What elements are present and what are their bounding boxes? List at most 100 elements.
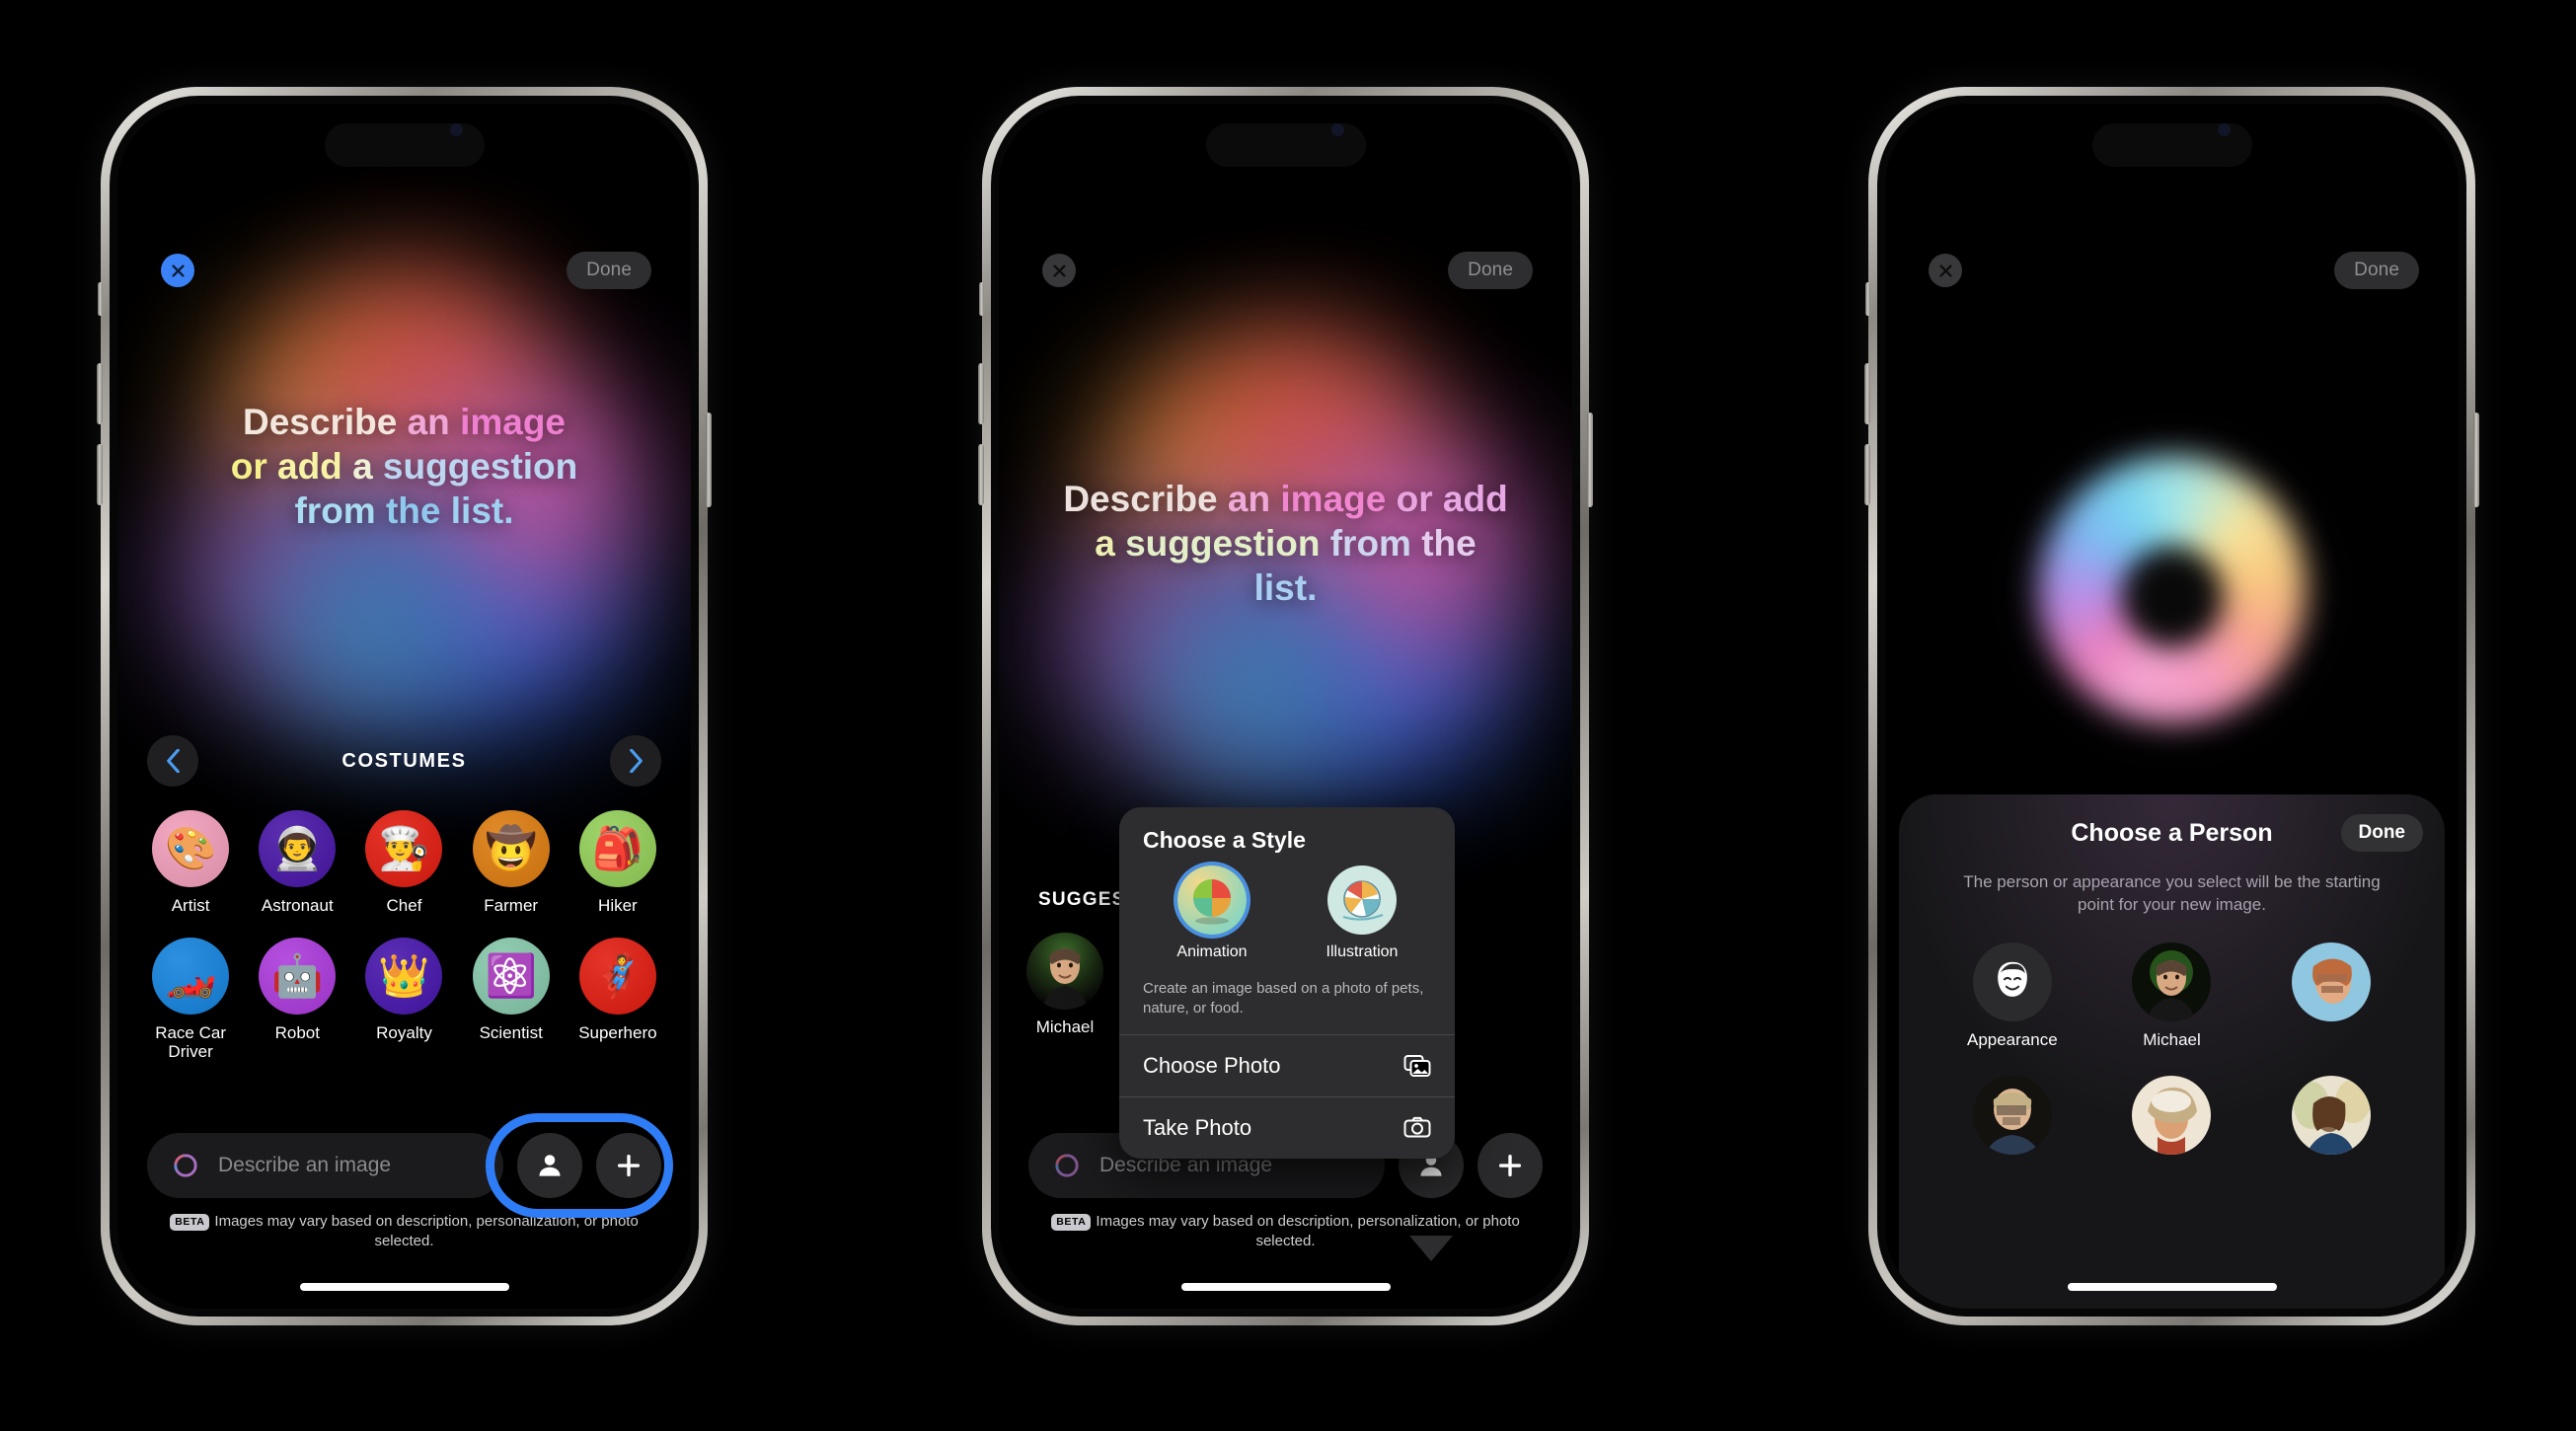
- person-option[interactable]: [2092, 1075, 2252, 1164]
- menu-item-choose-photo[interactable]: Choose Photo: [1119, 1035, 1455, 1096]
- hero-word: suggestion: [382, 446, 578, 488]
- person-label: Appearance: [1966, 1029, 2058, 1049]
- hero-word: or: [1396, 479, 1443, 519]
- close-button[interactable]: [1042, 254, 1076, 287]
- costume-label: Robot: [274, 1022, 320, 1042]
- carousel-next-button[interactable]: [610, 735, 661, 787]
- sheet-subtitle: The person or appearance you select will…: [1963, 872, 2381, 914]
- hero-word: an: [407, 402, 461, 442]
- hero-word: or: [230, 446, 277, 488]
- phone-3: Done Choose a Person Done The person or …: [1864, 87, 2479, 1325]
- suggestion-avatar: [1026, 933, 1103, 1010]
- people-grid: Appearance Michael: [1899, 941, 2445, 1164]
- add-button[interactable]: [596, 1133, 661, 1198]
- front-camera-dot: [1330, 123, 1344, 136]
- hero-word: list.: [450, 490, 514, 532]
- home-indicator[interactable]: [1180, 1283, 1391, 1291]
- done-button[interactable]: Done: [567, 252, 651, 289]
- costume-item[interactable]: 👨‍🍳 Chef: [350, 810, 457, 916]
- costume-item[interactable]: 🎒 Hiker: [565, 810, 671, 916]
- phone-1: Done Describe an image or add a suggestio…: [97, 87, 712, 1325]
- phone-1-screen: Done Describe an image or add a suggestio…: [117, 104, 691, 1309]
- sheet-header: Choose a Person Done: [1899, 794, 2445, 871]
- costume-thumbnail: 🤠: [472, 810, 550, 887]
- hero-word: a: [352, 446, 383, 488]
- choose-person-button[interactable]: [517, 1133, 582, 1198]
- chevron-right-icon: [629, 749, 643, 773]
- hero-word: from: [1329, 523, 1422, 565]
- costume-item[interactable]: 🤖 Robot: [244, 937, 350, 1062]
- close-button[interactable]: [1929, 254, 1962, 287]
- person-option[interactable]: [2251, 1075, 2411, 1164]
- costume-thumbnail: 👑: [365, 937, 443, 1015]
- beta-badge: BETA: [1051, 1214, 1092, 1232]
- hero-word: Describe: [1063, 479, 1228, 519]
- close-button[interactable]: [161, 254, 194, 287]
- close-x-icon: [171, 264, 185, 277]
- phone-2-screen: Done Describe an image or add a suggestio…: [999, 104, 1572, 1309]
- person-label: Michael: [2143, 1029, 2201, 1049]
- sheet-done-button[interactable]: Done: [2340, 814, 2423, 852]
- costume-label: Farmer: [484, 896, 539, 915]
- describe-image-input[interactable]: Describe an image: [147, 1133, 503, 1198]
- phone-2-bezel: Done Describe an image or add a suggestio…: [991, 96, 1580, 1317]
- person-avatar: [2132, 941, 2212, 1021]
- disclaimer-text: Images may vary based on description, pe…: [214, 1213, 639, 1250]
- costume-item[interactable]: 🏎️ Race Car Driver: [137, 937, 244, 1062]
- siri-swirl-icon: [1055, 1154, 1079, 1177]
- beta-disclaimer: BETA Images may vary based on description…: [117, 1212, 691, 1251]
- costume-item[interactable]: 🤠 Farmer: [458, 810, 565, 916]
- costume-item[interactable]: 👨‍🚀 Astronaut: [244, 810, 350, 916]
- popup-pointer-tail: [1409, 1236, 1453, 1261]
- hero-word: the: [1421, 523, 1477, 565]
- close-x-icon: [1938, 264, 1952, 277]
- hero-word: image: [460, 402, 566, 442]
- style-options-row: Animation Illustration: [1119, 860, 1455, 965]
- home-indicator[interactable]: [2067, 1283, 2277, 1291]
- menu-item-take-photo[interactable]: Take Photo: [1119, 1097, 1455, 1159]
- costume-thumbnail: 🤖: [259, 937, 337, 1015]
- menu-item-label: Take Photo: [1143, 1114, 1252, 1140]
- front-camera-dot: [2217, 123, 2231, 136]
- hero-prompt-text: Describe an image or add a suggestion from…: [117, 400, 691, 533]
- suggestion-person[interactable]: Michael: [1026, 933, 1103, 1037]
- costume-label: Royalty: [376, 1022, 432, 1042]
- front-camera-dot: [449, 123, 463, 136]
- costume-item[interactable]: 🦸 Superhero: [565, 937, 671, 1062]
- done-button[interactable]: Done: [2334, 252, 2419, 289]
- person-option[interactable]: Michael: [2092, 941, 2252, 1050]
- home-indicator[interactable]: [299, 1283, 509, 1291]
- screenshot-canvas: Done Describe an image or add a suggestio…: [0, 0, 2576, 1431]
- costume-label: Chef: [386, 896, 422, 915]
- style-label: Animation: [1176, 943, 1248, 960]
- style-option-illustration[interactable]: Illustration: [1303, 866, 1421, 961]
- costume-label: Race Car Driver: [155, 1022, 226, 1062]
- costume-thumbnail: 👨‍🍳: [365, 810, 443, 887]
- person-option[interactable]: [1932, 1075, 2092, 1164]
- done-button[interactable]: Done: [1448, 252, 1533, 289]
- costume-item[interactable]: 👑 Royalty: [350, 937, 457, 1062]
- hero-word: an: [1227, 479, 1281, 519]
- costume-item[interactable]: 🎨 Artist: [137, 810, 244, 916]
- phone-3-bezel: Done Choose a Person Done The person or …: [1877, 96, 2466, 1317]
- camera-icon: [1403, 1116, 1431, 1138]
- costume-item[interactable]: ⚛️ Scientist: [458, 937, 565, 1062]
- style-option-animation[interactable]: Animation: [1153, 866, 1271, 961]
- illustration-beachball-icon: [1327, 866, 1397, 935]
- siri-swirl-icon: [174, 1154, 197, 1177]
- hero-word: from: [294, 490, 386, 532]
- hero-word: the: [385, 490, 451, 532]
- popup-title: Choose a Style: [1143, 827, 1306, 853]
- hero-prompt-text: Describe an image or add a suggestion fro…: [999, 477, 1572, 610]
- ring-inner-core: [2120, 546, 2224, 648]
- style-chooser-popup: Choose a Style Animation Illustration Cr…: [1119, 807, 1455, 1159]
- costume-thumbnail: 🏎️: [152, 937, 230, 1015]
- costume-label: Superhero: [578, 1022, 657, 1042]
- hero-word: image: [1280, 479, 1397, 519]
- person-option[interactable]: [2251, 941, 2411, 1050]
- person-option[interactable]: Appearance: [1932, 941, 2092, 1050]
- add-button[interactable]: [1477, 1133, 1543, 1198]
- hero-word: Describe: [243, 402, 408, 442]
- person-icon: [539, 1155, 561, 1176]
- hero-line: Describe an image: [169, 400, 640, 444]
